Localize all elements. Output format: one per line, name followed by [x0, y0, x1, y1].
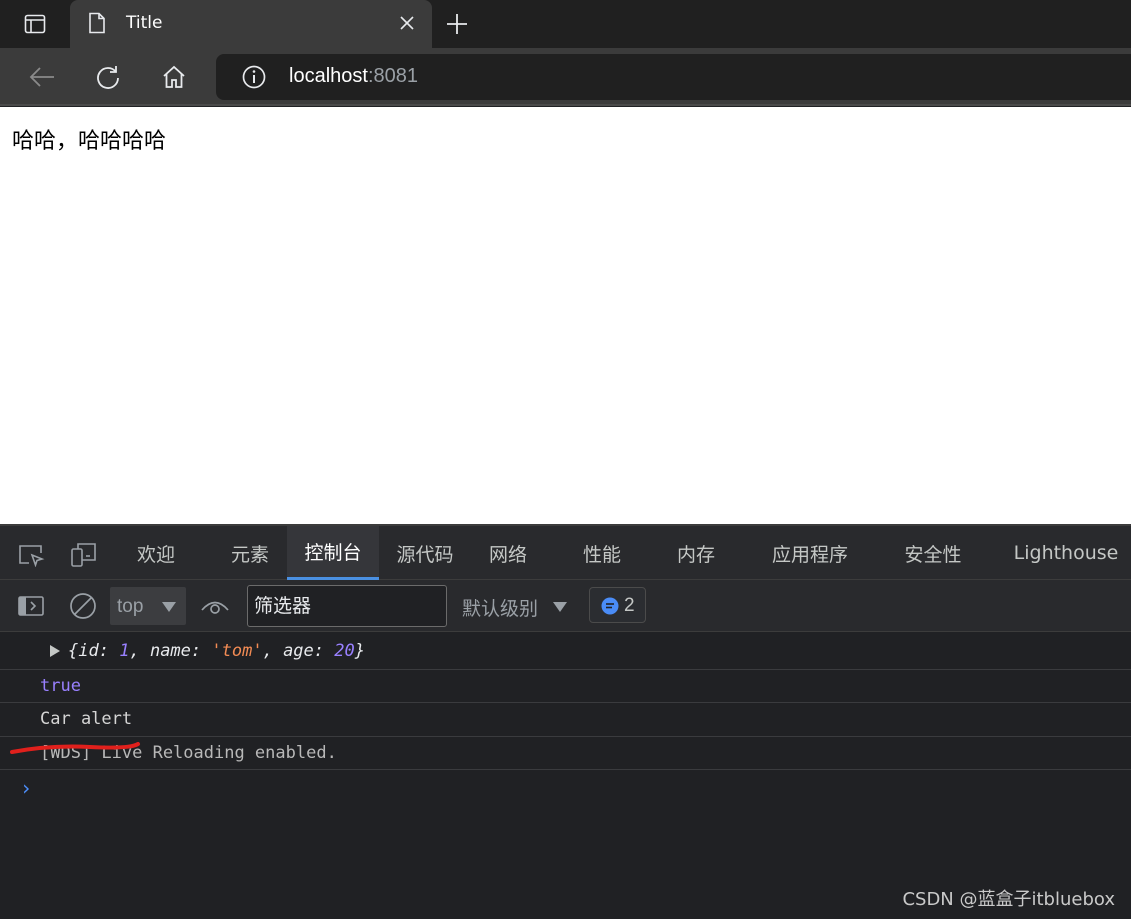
tab-memory[interactable]: 内存 — [660, 526, 732, 580]
log-row-object[interactable]: {id: 1, name: 'tom', age: 20} — [0, 632, 1131, 670]
devtools-tabbar: 欢迎 元素 控制台 源代码 网络 性能 内存 应用程序 安全性 Lighthou… — [0, 526, 1131, 580]
close-tab-icon[interactable] — [398, 14, 416, 32]
tab-network[interactable]: 网络 — [472, 526, 544, 580]
tab-elements[interactable]: 元素 — [212, 526, 288, 580]
context-select[interactable]: top — [110, 587, 186, 625]
tab-welcome[interactable]: 欢迎 — [118, 526, 194, 580]
home-button[interactable] — [156, 60, 192, 94]
clear-console-button[interactable] — [66, 591, 100, 621]
browser-tab[interactable]: Title — [70, 0, 432, 48]
filter-input[interactable] — [247, 585, 447, 627]
tab-application[interactable]: 应用程序 — [756, 526, 864, 580]
context-value: top — [117, 596, 144, 617]
device-icon — [71, 543, 96, 567]
tab-performance[interactable]: 性能 — [566, 526, 638, 580]
tab-actions-icon — [24, 14, 46, 34]
back-button[interactable] — [24, 60, 60, 94]
plus-icon — [447, 14, 467, 34]
red-underline-annotation — [10, 742, 140, 754]
object-preview: {id: 1, name: 'tom', age: 20} — [68, 641, 365, 661]
console-toolbar: top 默认级别 2 — [0, 580, 1131, 632]
inspect-element-button[interactable] — [14, 540, 48, 570]
log-row-true: true — [0, 670, 1131, 703]
url-text: localhost:8081 — [289, 65, 418, 88]
eye-icon — [201, 601, 229, 614]
expand-triangle-icon[interactable] — [50, 645, 60, 657]
watermark: CSDN @蓝盒子itbluebox — [902, 889, 1115, 910]
arrow-left-icon — [29, 67, 54, 87]
info-icon[interactable] — [242, 65, 266, 89]
page-icon — [89, 12, 105, 34]
browser-toolbar: localhost:8081 — [0, 48, 1131, 106]
message-icon — [601, 597, 619, 615]
log-level-select[interactable]: 默认级别 — [462, 594, 538, 621]
sidebar-icon — [18, 596, 44, 616]
tab-security[interactable]: 安全性 — [888, 526, 978, 580]
tab-strip: Title — [0, 0, 1131, 48]
url-port: :8081 — [367, 65, 418, 87]
console-prompt-icon[interactable]: › — [20, 776, 32, 800]
home-icon — [163, 65, 185, 88]
page-text: 哈哈，哈哈哈哈 — [12, 129, 167, 154]
tab-console[interactable]: 控制台 — [287, 526, 379, 580]
page-viewport: 哈哈，哈哈哈哈 — [0, 107, 1131, 524]
inspect-icon — [19, 545, 45, 567]
tab-actions-button[interactable] — [0, 0, 70, 48]
address-bar[interactable]: localhost:8081 — [216, 54, 1131, 100]
devtools-panel: 欢迎 元素 控制台 源代码 网络 性能 内存 应用程序 安全性 Lighthou… — [0, 524, 1131, 919]
tab-title: Title — [126, 13, 163, 33]
device-toolbar-button[interactable] — [66, 540, 100, 570]
reload-icon — [97, 66, 119, 89]
live-expression-button[interactable] — [198, 591, 232, 621]
console-output: {id: 1, name: 'tom', age: 20} true Car a… — [0, 632, 1131, 919]
messages-badge[interactable]: 2 — [589, 587, 646, 623]
message-count: 2 — [624, 595, 635, 616]
tab-lighthouse[interactable]: Lighthouse — [1004, 526, 1128, 580]
log-row-car-alert: Car alert — [0, 703, 1131, 737]
toggle-sidebar-button[interactable] — [14, 591, 48, 621]
caret-down-icon[interactable] — [553, 602, 567, 612]
reload-button[interactable] — [90, 60, 126, 94]
clear-icon — [70, 593, 96, 619]
caret-down-icon — [162, 602, 176, 612]
tab-sources[interactable]: 源代码 — [381, 526, 469, 580]
url-host: localhost — [289, 65, 368, 87]
log-text: Car alert — [40, 709, 133, 729]
log-row-wds: [WDS] Live Reloading enabled. — [0, 737, 1131, 770]
new-tab-button[interactable] — [440, 8, 474, 40]
log-text: true — [40, 676, 81, 696]
